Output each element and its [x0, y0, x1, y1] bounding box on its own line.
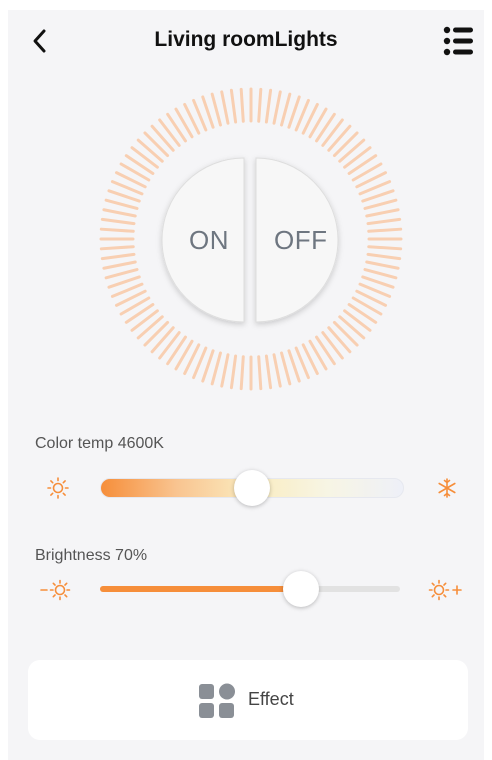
effect-button[interactable]: Effect — [28, 660, 468, 740]
color-temp-warm[interactable] — [46, 476, 70, 500]
brightness-up-icon — [428, 579, 462, 601]
effect-label: Effect — [248, 689, 294, 709]
brightness-knob[interactable] — [283, 571, 319, 607]
snowflake-icon — [438, 478, 456, 498]
brightness-label: Brightness 70% — [35, 547, 148, 564]
brightness-down-icon — [40, 579, 71, 601]
brightness-fill — [100, 586, 301, 592]
power-off-button[interactable] — [257, 158, 335, 324]
light-control-screen: Living roomLights ON OFF Color temp 4600… — [8, 10, 484, 760]
color-temp-knob[interactable] — [234, 470, 270, 506]
brightness-decrease[interactable] — [40, 578, 72, 602]
power-button-shape — [161, 157, 339, 323]
brightness-increase[interactable] — [428, 578, 464, 602]
sun-icon — [47, 477, 69, 499]
grid-shapes-icon — [199, 683, 235, 718]
color-temp-label: Color temp 4600K — [35, 435, 164, 452]
color-temp-cool[interactable] — [435, 476, 459, 500]
power-dial: ON OFF — [8, 10, 484, 410]
power-on-button[interactable] — [168, 158, 246, 324]
